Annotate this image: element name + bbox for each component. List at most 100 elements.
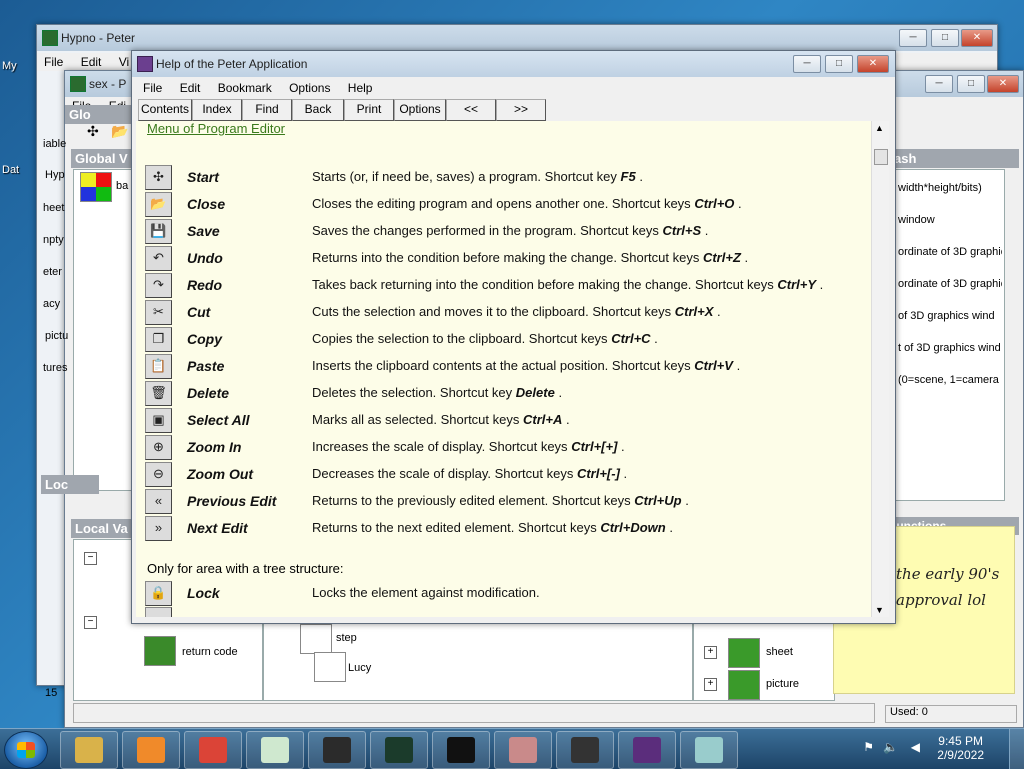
find-button[interactable]: Find: [242, 99, 292, 121]
tree-label[interactable]: sheet: [766, 646, 793, 658]
minimize-button[interactable]: ─: [899, 29, 927, 47]
close-button[interactable]: ✕: [987, 75, 1019, 93]
scroll-up-arrow[interactable]: ▲: [875, 123, 884, 133]
command-description: Inserts the clipboard contents at the ac…: [312, 358, 741, 373]
taskbar-sticky-notes-button[interactable]: [680, 731, 738, 769]
taskbar-film-button[interactable]: [556, 731, 614, 769]
list-item[interactable]: npty: [43, 234, 64, 246]
contents-button[interactable]: Contents: [138, 99, 192, 121]
taskbar-media-player-button[interactable]: [122, 731, 180, 769]
list-item[interactable]: of 3D graphics wind: [898, 310, 1002, 322]
open-folder-icon[interactable]: 📂: [111, 123, 128, 140]
tree-label[interactable]: Lucy: [348, 662, 371, 674]
options-button[interactable]: Options: [394, 99, 446, 121]
help-window: Help of the Peter Application ─ □ ✕ File…: [131, 50, 896, 624]
help-title: Help of the Peter Application: [156, 57, 308, 71]
list-item[interactable]: window: [898, 214, 935, 226]
list-item[interactable]: ordinate of 3D graphic: [898, 246, 1002, 258]
taskbar-cross-app-button[interactable]: [308, 731, 366, 769]
hypno-titlebar[interactable]: Hypno - Peter ─ □ ✕: [37, 25, 997, 51]
list-item[interactable]: Hyp: [45, 169, 65, 181]
right-panel-head: rash: [885, 149, 1019, 168]
scroll-down-arrow[interactable]: ▼: [875, 605, 884, 615]
desktop-icon-label[interactable]: My: [2, 60, 17, 72]
clock[interactable]: 9:45 PM 2/9/2022: [937, 734, 984, 762]
maximize-button[interactable]: □: [931, 29, 959, 47]
expand-toggle[interactable]: +: [704, 678, 717, 691]
speaker-icon[interactable]: ◀: [911, 740, 920, 754]
taskbar-explorer-button[interactable]: [60, 731, 118, 769]
local-head: Loc: [41, 475, 99, 494]
help-titlebar[interactable]: Help of the Peter Application ─ □ ✕: [132, 51, 895, 77]
list-item[interactable]: eter: [43, 266, 62, 278]
menu-bookmark[interactable]: Bookmark: [211, 79, 279, 95]
list-item[interactable]: (0=scene, 1=camera: [898, 374, 1002, 386]
menu-options[interactable]: Options: [282, 79, 337, 95]
maximize-button[interactable]: □: [825, 55, 853, 73]
start-icon[interactable]: ✣: [87, 123, 99, 140]
taskbar-oscilloscope-button[interactable]: [370, 731, 428, 769]
minimize-button[interactable]: ─: [793, 55, 821, 73]
network-icon[interactable]: ⚑: [863, 740, 874, 754]
collapse-toggle[interactable]: −: [84, 616, 97, 629]
browse-next-button[interactable]: >>: [496, 99, 546, 121]
close-button[interactable]: ✕: [857, 55, 889, 73]
list-item[interactable]: acy: [43, 298, 60, 310]
rabbit-icon[interactable]: [314, 652, 346, 682]
variables-icon[interactable]: [80, 172, 112, 202]
rabbit-icon[interactable]: [300, 624, 332, 654]
list-item[interactable]: pictu: [45, 330, 68, 342]
list-item[interactable]: width*height/bits): [898, 182, 982, 194]
tree-label[interactable]: picture: [766, 678, 799, 690]
help-row: ⊕ Zoom In Increases the scale of display. …: [145, 435, 860, 462]
show-desktop-button[interactable]: [1009, 729, 1024, 769]
menu-link[interactable]: Menu of Program Editor: [147, 121, 285, 136]
collapse-toggle[interactable]: −: [84, 552, 97, 565]
help-row-lock: 🔒 Lock Locks the element against modific…: [145, 581, 860, 608]
menu-help[interactable]: Help: [341, 79, 380, 95]
return-code-icon[interactable]: [144, 636, 176, 666]
menu-file[interactable]: File: [136, 79, 169, 95]
maximize-button[interactable]: □: [957, 75, 985, 93]
back-button[interactable]: Back: [292, 99, 344, 121]
volume-icon[interactable]: 🔈: [883, 740, 898, 754]
right-list: width*height/bits) window ordinate of 3D…: [891, 169, 1005, 501]
minimize-button[interactable]: ─: [925, 75, 953, 93]
taskbar-chrome-button[interactable]: [184, 731, 242, 769]
list-item[interactable]: ordinate of 3D graphic: [898, 278, 1002, 290]
print-button[interactable]: Print: [344, 99, 394, 121]
taskbar-help-book-button[interactable]: [618, 731, 676, 769]
command-description: Closes the editing program and opens ano…: [312, 196, 742, 211]
tree-label[interactable]: ba: [116, 180, 128, 192]
help-scrollbar[interactable]: ▲ ▼: [871, 121, 889, 617]
shortcut-key: Ctrl+X: [674, 304, 714, 319]
menu-file[interactable]: File: [37, 53, 70, 69]
desktop-icon-label[interactable]: Dat: [2, 164, 19, 176]
list-item[interactable]: tures: [43, 362, 67, 374]
command-description: Starts (or, if need be, saves) a program…: [312, 169, 643, 184]
tree-label[interactable]: step: [336, 632, 357, 644]
browse-previous-button[interactable]: <<: [446, 99, 496, 121]
close-button[interactable]: ✕: [961, 29, 993, 47]
taskbar-cmd-button[interactable]: [432, 731, 490, 769]
picture-icon[interactable]: [728, 670, 760, 700]
list-item[interactable]: t of 3D graphics wind: [898, 342, 1002, 354]
chrome-icon: [199, 737, 227, 763]
taskbar-grid-app-button[interactable]: [494, 731, 552, 769]
list-item[interactable]: iable: [43, 138, 66, 150]
expand-toggle[interactable]: +: [704, 646, 717, 659]
redo-icon: ↷: [145, 273, 172, 298]
sheet-icon[interactable]: [728, 638, 760, 668]
partial-icon: [145, 607, 172, 617]
scroll-thumb[interactable]: [874, 149, 888, 165]
index-button[interactable]: Index: [192, 99, 242, 121]
tree-label[interactable]: return code: [182, 646, 238, 658]
menu-edit[interactable]: Edit: [173, 79, 208, 95]
help-row: ❐ Copy Copies the selection to the clipboa…: [145, 327, 860, 354]
taskbar-peter-rabbit-button[interactable]: [246, 731, 304, 769]
help-row: » Next Edit Returns to the next edited ele…: [145, 516, 860, 543]
start-button[interactable]: [4, 731, 48, 769]
menu-edit[interactable]: Edit: [74, 53, 109, 69]
command-name: Next Edit: [187, 520, 248, 536]
list-item[interactable]: heet: [43, 202, 64, 214]
